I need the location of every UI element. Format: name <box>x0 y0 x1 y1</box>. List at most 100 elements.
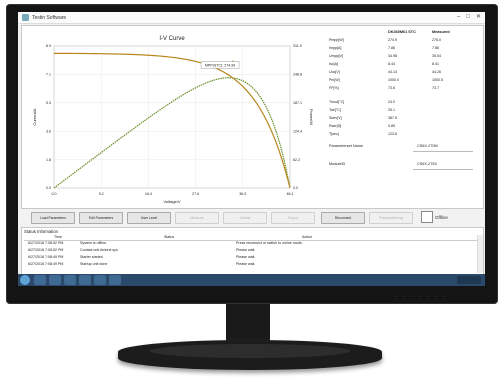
column-status: Status <box>164 235 175 239</box>
y-tick-label: 7.1 <box>46 73 51 77</box>
status-cell-time: 6/27/2018 7:08:49 PM <box>28 262 64 266</box>
x-tick-label: 0.0 <box>52 192 57 196</box>
y-tick-label: 1.8 <box>46 158 51 162</box>
y2-tick-label: 311.0 <box>293 44 302 48</box>
param-label: Umpp[V] <box>329 54 343 58</box>
status-row[interactable]: 6/27/2018 7:08:52 PM Contact unit Ambrel.… <box>24 248 479 253</box>
param-label: Pin[W] <box>329 78 340 82</box>
minimize-icon[interactable]: – <box>457 14 460 21</box>
maximize-icon[interactable]: □ <box>466 14 470 21</box>
status-cell-action: Press reconnect or switch to online mode… <box>236 241 303 245</box>
param-value-measured: 35.04 <box>432 54 441 58</box>
y-tick-label: 3.6 <box>46 129 51 133</box>
taskbar-app-icon[interactable] <box>109 275 121 285</box>
column-action: Action <box>302 235 312 239</box>
param-value-stc: 387.5 <box>388 116 397 120</box>
monitor-bezel: Testin Software – □ ✕ 0.0 9.2 18.4 27.6 36.9… <box>6 4 498 304</box>
chart-title: I-V Curve <box>159 36 185 42</box>
param-value-measured: 7.86 <box>432 46 439 50</box>
param-label: Sdev[V] <box>329 116 342 120</box>
x-tick-label: 18.4 <box>145 192 152 196</box>
param-value-measured: 1000.5 <box>432 78 443 82</box>
param-label: T[sec] <box>329 132 339 136</box>
param-label: Impp[A] <box>329 46 342 50</box>
taskbar-app-icon[interactable] <box>49 275 61 285</box>
y2-tick-label: 62.2 <box>293 158 300 162</box>
x-tick-label: 9.2 <box>99 192 104 196</box>
param-value-measured: 8.41 <box>432 62 439 66</box>
start-button[interactable] <box>20 275 30 285</box>
preconditioning-button[interactable]: Preconditioning <box>369 212 413 224</box>
param-value-stc: 7.86 <box>388 46 395 50</box>
load-parameters-button[interactable]: Load Parameters <box>31 212 75 224</box>
offline-label: Offline <box>435 215 448 220</box>
main-panel: 0.0 9.2 18.4 27.6 36.9 46.1 0.0 1.8 3.6 5.3 7.1 8.9… <box>21 25 484 209</box>
column-header-measured: Measured <box>432 30 450 34</box>
x-tick-label: 27.6 <box>192 192 199 196</box>
status-cell-time: 6/27/2018 7:08:52 PM <box>28 241 64 245</box>
app-icon <box>22 14 29 21</box>
param-value-stc: 44.14 <box>388 70 397 74</box>
status-row[interactable]: 6/27/2018 7:08:49 PM Startup unit done Ple… <box>24 262 479 267</box>
y-tick-label: 0.0 <box>46 186 51 190</box>
taskbar-app-icon[interactable] <box>94 275 106 285</box>
status-row[interactable]: 6/27/2018 7:08:49 PM Starter started Pleas… <box>24 255 479 260</box>
status-cell-action: Please wait. <box>236 255 256 259</box>
taskbar-app-icon[interactable] <box>79 275 91 285</box>
param-value-measured: 276.0 <box>432 38 441 42</box>
status-cell-action: Please wait. <box>236 262 256 266</box>
y-axis-label: Current/A <box>32 108 37 125</box>
status-cell-time: 6/27/2018 7:08:49 PM <box>28 255 64 259</box>
param-label: Uoc[V] <box>329 70 340 74</box>
x-tick-label: 46.1 <box>287 192 294 196</box>
param-label: Isc[A] <box>329 62 338 66</box>
mpp-label: MPP(STC): 274.99 <box>205 63 235 67</box>
reconnect-button[interactable]: Reconnect <box>321 212 365 224</box>
status-scrollbar[interactable] <box>477 235 483 273</box>
param-label: Tair[°C] <box>329 108 341 112</box>
plot-area <box>53 45 291 189</box>
close-icon[interactable]: ✕ <box>476 14 481 21</box>
parameterset-name-label: Parameterset Name <box>329 144 363 148</box>
parameter-panel: DK360M61 STC Measured Pmpp[W] 274.9 276.0 I… <box>327 30 479 200</box>
status-cell-action: Please wait. <box>236 248 256 252</box>
param-value-measured: 44.26 <box>432 70 441 74</box>
status-cell-status: System is offline. <box>80 241 108 245</box>
x-axis-label: Voltage/V <box>163 199 180 204</box>
y2-tick-label: 248.8 <box>293 73 302 77</box>
measure-button[interactable]: Measure <box>175 212 219 224</box>
screen: Testin Software – □ ✕ 0.0 9.2 18.4 27.6 36.9… <box>18 12 485 286</box>
status-row[interactable]: 6/27/2018 7:08:52 PM System is offline. Pr… <box>24 241 479 246</box>
param-value-stc: 34.98 <box>388 54 397 58</box>
export-button[interactable]: Export <box>271 212 315 224</box>
param-label: Rser[Ω] <box>329 124 342 128</box>
taskbar <box>18 274 485 286</box>
y2-axis-label: Power/W <box>309 109 314 125</box>
x-tick-label: 36.9 <box>239 192 246 196</box>
column-header-stc: DK360M61 STC <box>388 30 416 34</box>
monitor-stand-top <box>150 344 350 358</box>
parameterset-name-value[interactable]: CS6X-270M <box>417 144 438 148</box>
title-bar: Testin Software – □ ✕ <box>18 12 485 24</box>
button-row: Offline Load Parameters Edit Parameters Us… <box>21 208 482 226</box>
system-tray <box>457 276 481 284</box>
taskbar-app-icon[interactable] <box>34 275 46 285</box>
y2-tick-label: 0.0 <box>293 186 298 190</box>
y-tick-label: 5.3 <box>46 101 51 105</box>
param-label: FF[%] <box>329 86 339 90</box>
module-id-value[interactable]: CS6X-275X <box>417 162 437 166</box>
cancel-button[interactable]: Cancel <box>223 212 267 224</box>
status-panel: Status Information Time Status Action 6/… <box>21 227 484 275</box>
offline-checkbox[interactable] <box>421 211 433 223</box>
param-label: Tmod[°C] <box>329 100 345 104</box>
monitor-neck <box>226 304 270 344</box>
taskbar-app-icon[interactable] <box>64 275 76 285</box>
y-tick-label: 8.9 <box>46 44 51 48</box>
status-caption: Status Information <box>24 229 58 234</box>
param-value-stc: 8.44 <box>388 62 395 66</box>
edit-parameters-button[interactable]: Edit Parameters <box>79 212 123 224</box>
param-value-stc: 73.6 <box>388 86 395 90</box>
user-level-button[interactable]: User Level <box>127 212 171 224</box>
param-value-measured: 73.7 <box>432 86 439 90</box>
status-cell-status: Starter started <box>80 255 103 259</box>
